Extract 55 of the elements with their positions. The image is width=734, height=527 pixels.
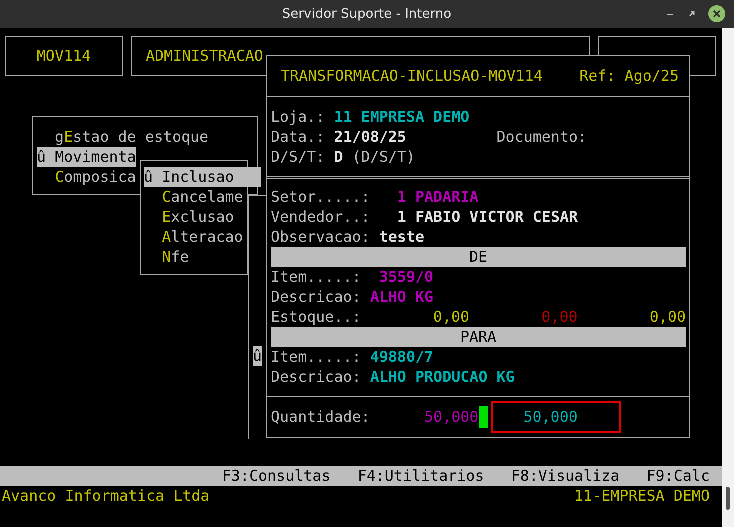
scrollbar[interactable]: [722, 28, 734, 527]
menu-item[interactable]: Exclusao: [144, 207, 262, 227]
scroll-thumb[interactable]: [726, 487, 730, 510]
field-hint: (D/S/T): [352, 147, 416, 167]
field-label: Estoque..:: [271, 307, 362, 327]
section-header: DE: [271, 247, 686, 267]
menu-item[interactable]: Alteracao: [144, 227, 262, 247]
window-title: Servidor Suporte - Interno: [282, 6, 452, 22]
menu-item[interactable]: Nfe: [144, 247, 262, 267]
company-name: Avanco Informatica Ltda: [2, 486, 210, 506]
field-value: 49880/7: [369, 347, 434, 367]
header-label: ADMINISTRACAO: [146, 46, 264, 66]
text-cursor: [478, 406, 488, 428]
reference-label: Ref: Ago/25: [580, 66, 679, 86]
function-key[interactable]: F3:Consultas: [222, 466, 331, 486]
function-key[interactable]: F4:Utilitarios: [358, 466, 484, 486]
field-value: ALHO PRODUCAO KG: [370, 367, 515, 387]
store-name: 11-EMPRESA DEMO: [574, 486, 710, 506]
quantity-field[interactable]: 50,000: [490, 401, 621, 433]
field-label: Descricao:: [271, 367, 362, 387]
selection-marker: û: [253, 346, 262, 366]
field-label: Observacao:: [271, 227, 370, 247]
field-value: 21/08/25: [334, 127, 406, 147]
header-label: MOV114: [36, 46, 92, 66]
field-value: 3559/0: [378, 267, 434, 287]
field-label: Vendedor..:: [271, 207, 370, 227]
field-value: 1 FABIO VICTOR CESAR: [397, 207, 578, 227]
menu-item[interactable]: Composica: [37, 167, 136, 187]
field-label: Quantidade:: [271, 407, 370, 427]
menu-item[interactable]: û Movimenta: [37, 147, 136, 167]
field-label: Item.....:: [271, 267, 362, 287]
field-label: Documento:: [496, 127, 588, 147]
field-value: 50,000: [424, 407, 479, 427]
menu-item[interactable]: gEstao de estoque: [37, 127, 209, 147]
field-label: Data.:: [271, 127, 326, 147]
field-value: 1 PADARIA: [397, 187, 479, 207]
menu-item[interactable]: û Inclusao: [144, 167, 262, 187]
field-label: Descricao:: [271, 287, 362, 307]
stock-value: 0,00: [648, 307, 686, 327]
close-icon[interactable]: [708, 5, 726, 23]
section-header: PARA: [271, 327, 686, 347]
dialog-title: TRANSFORMACAO-INCLUSAO-MOV114: [281, 66, 543, 86]
menu-item[interactable]: Cancelame: [144, 187, 262, 207]
stock-value: 0,00: [432, 307, 470, 327]
field-value: 11 EMPRESA DEMO: [334, 107, 470, 127]
field-label: D/S/T:: [271, 147, 326, 167]
field-value: ALHO KG: [370, 287, 434, 307]
function-key[interactable]: F9:Calc: [646, 466, 710, 486]
field-value: teste: [379, 227, 425, 247]
field-label: Item.....:: [271, 347, 362, 367]
field-label: Setor.....:: [271, 187, 370, 207]
field-label: Loja.:: [271, 107, 326, 127]
function-key[interactable]: F8:Visualiza: [511, 466, 620, 486]
field-value: D: [334, 147, 344, 167]
stock-value: 0,00: [540, 307, 578, 327]
